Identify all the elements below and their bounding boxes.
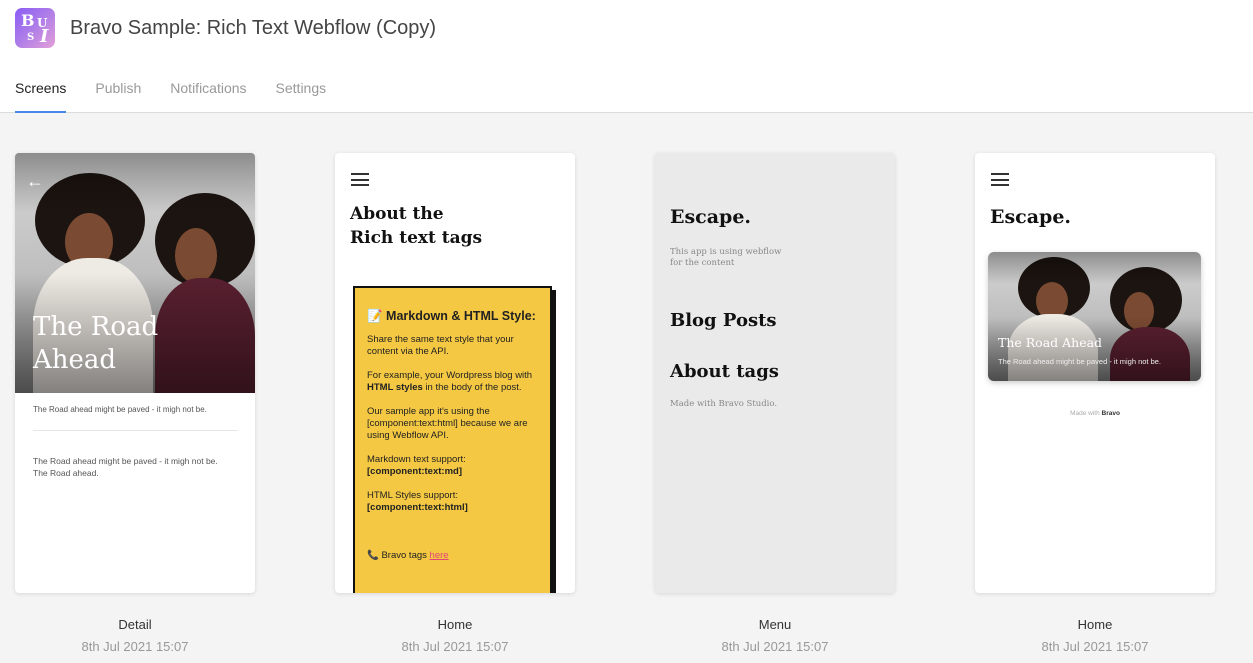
tab-publish[interactable]: Publish: [95, 78, 141, 113]
tab-screens[interactable]: Screens: [15, 78, 67, 113]
note-code: [component:text:html]: [367, 502, 468, 513]
app-title: Bravo Sample: Rich Text Webflow (Copy): [70, 17, 437, 39]
logo-letter: I: [40, 26, 49, 47]
top-bar: B U S I Bravo Sample: Rich Text Webflow …: [0, 0, 1253, 113]
note-box: 📝 Markdown & HTML Style: Share the same …: [353, 286, 552, 593]
note-code: [component:text:md]: [367, 466, 462, 477]
post-card[interactable]: The Road Ahead The Road ahead might be p…: [988, 252, 1201, 381]
note-paragraph: Share the same text style that your cont…: [367, 334, 514, 357]
menu-item-blog-posts[interactable]: Blog Posts: [670, 310, 777, 331]
screen-card-home-blog[interactable]: Escape. The Road Ahead The Road ahead mi…: [975, 153, 1215, 593]
tags-link[interactable]: here: [430, 550, 449, 561]
logo-letter: B: [21, 11, 35, 30]
menu-icon[interactable]: [991, 173, 1009, 186]
menu-icon[interactable]: [351, 173, 369, 186]
note-footer: 📞 Bravo tags here: [367, 550, 449, 561]
screen-name: Home: [437, 617, 473, 632]
menu-item-about-tags[interactable]: About tags: [670, 361, 779, 382]
menu-footer: Made with Bravo Studio.: [670, 399, 778, 409]
intro-text: The Road ahead might be paved - it migh …: [33, 405, 207, 414]
tab-settings[interactable]: Settings: [276, 78, 327, 113]
tab-notifications[interactable]: Notifications: [170, 78, 246, 113]
note-title: 📝 Markdown & HTML Style:: [367, 309, 536, 323]
screen-card-home[interactable]: About the Rich text tags 📝 Markdown & HT…: [335, 153, 575, 593]
footer-credit: Made with Bravo: [1070, 410, 1120, 417]
body-text: The Road ahead might be paved - it migh …: [33, 456, 218, 478]
post-excerpt: The Road ahead might be paved - it migh …: [998, 357, 1162, 366]
screen-date: 8th Jul 2021 15:07: [81, 639, 189, 654]
app-logo: B U S I: [15, 8, 55, 48]
menu-subtitle: This app is using webflow for the conten…: [670, 247, 782, 268]
screen-date: 8th Jul 2021 15:07: [721, 639, 829, 654]
logo-letter: S: [27, 32, 35, 43]
note-paragraph: Our sample app it's using the [component…: [367, 406, 528, 441]
screen-card-menu[interactable]: Escape. This app is using webflow for th…: [655, 153, 895, 593]
brand-title: Escape.: [990, 206, 1072, 228]
divider: [33, 430, 238, 431]
screen-name: Menu: [758, 617, 792, 632]
hero-title: The Road Ahead: [33, 312, 159, 375]
tab-bar: Screens Publish Notifications Settings: [15, 78, 355, 113]
note-label: Markdown text support:: [367, 454, 466, 465]
note-paragraph: For example, your Wordpress blog with HT…: [367, 370, 533, 393]
screen-date: 8th Jul 2021 15:07: [401, 639, 509, 654]
brand-title: Escape.: [670, 206, 752, 228]
screen-name: Home: [1077, 617, 1113, 632]
back-arrow-icon[interactable]: ←: [26, 171, 44, 191]
screen-card-detail[interactable]: ← The Road Ahead The Road ahead might be…: [15, 153, 255, 593]
screen-date: 8th Jul 2021 15:07: [1041, 639, 1149, 654]
post-title: The Road Ahead: [998, 335, 1103, 350]
page-heading: About the Rich text tags: [350, 204, 483, 248]
screen-name: Detail: [118, 617, 152, 632]
note-label: HTML Styles support:: [367, 490, 458, 501]
